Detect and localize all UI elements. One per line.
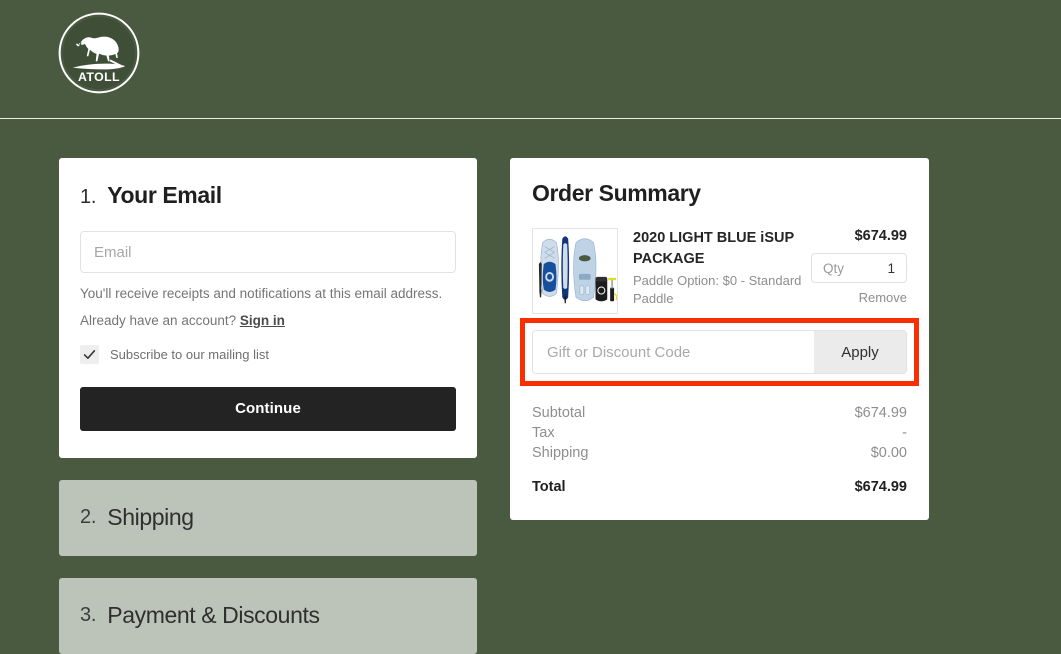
order-line-item: 2020 LIGHT BLUE iSUP PACKAGE Paddle Opti… <box>532 228 907 314</box>
order-totals: Subtotal $674.99 Tax - Shipping $0.00 To… <box>532 403 907 497</box>
total-row-shipping: Shipping $0.00 <box>532 443 907 463</box>
grand-total-label: Total <box>532 479 566 495</box>
step-1-your-email-card: 1. Your Email You'll receive receipts an… <box>59 158 477 458</box>
shipping-label: Shipping <box>532 445 589 461</box>
existing-account-line: Already have an account? Sign in <box>80 313 456 328</box>
step-3-number: 3. <box>80 604 97 627</box>
order-item-controls: $674.99 Qty 1 Remove <box>811 228 907 305</box>
total-row-tax: Tax - <box>532 423 907 443</box>
existing-account-prompt: Already have an account? <box>80 312 237 328</box>
remove-item-link[interactable]: Remove <box>811 290 907 305</box>
atoll-logo-icon: ATOLL <box>58 12 140 94</box>
grand-total-value: $674.99 <box>854 479 907 495</box>
checkout-page: 1. Your Email You'll receive receipts an… <box>0 119 1061 654</box>
check-icon <box>83 349 96 359</box>
quantity-label: Qty <box>823 260 845 276</box>
step-1-header: 1. Your Email <box>80 182 456 209</box>
shipping-value: $0.00 <box>870 445 907 461</box>
step-3-payment-discounts-card[interactable]: 3. Payment & Discounts <box>59 577 477 654</box>
apply-discount-button[interactable]: Apply <box>814 331 906 373</box>
order-summary-column: Order Summary 2020 LIGHT BLUE iSUP PACKA… <box>510 158 929 520</box>
step-2-number: 2. <box>80 506 97 529</box>
checkout-steps-column: 1. Your Email You'll receive receipts an… <box>59 158 477 654</box>
atoll-wordmark: ATOLL <box>78 70 120 84</box>
total-row-subtotal: Subtotal $674.99 <box>532 403 907 423</box>
order-item-price: $674.99 <box>854 228 907 244</box>
order-item-info: 2020 LIGHT BLUE iSUP PACKAGE Paddle Opti… <box>633 228 811 308</box>
discount-code-section: Apply <box>520 318 919 386</box>
subscribe-label: Subscribe to our mailing list <box>110 346 269 362</box>
tax-label: Tax <box>532 425 555 441</box>
step-1-title: Your Email <box>107 182 222 208</box>
subtotal-value: $674.99 <box>854 405 907 421</box>
discount-code-row: Apply <box>532 330 907 374</box>
isup-package-thumbnail[interactable] <box>532 228 618 314</box>
subscribe-checkbox[interactable] <box>80 344 99 364</box>
tax-value: - <box>902 425 907 441</box>
atoll-logo[interactable]: ATOLL <box>58 12 140 94</box>
email-input[interactable] <box>80 231 456 273</box>
step-2-title: Shipping <box>107 504 194 531</box>
subtotal-label: Subtotal <box>532 405 586 421</box>
order-item-option: Paddle Option: $0 - Standard Paddle <box>633 273 802 307</box>
quantity-stepper[interactable]: Qty 1 <box>811 253 907 283</box>
site-header: ATOLL <box>0 0 1061 119</box>
step-3-title: Payment & Discounts <box>107 602 320 629</box>
email-helper-text: You'll receive receipts and notification… <box>80 286 443 301</box>
step-1-number: 1. <box>80 186 97 208</box>
discount-code-input[interactable] <box>533 331 814 373</box>
order-item-name: 2020 LIGHT BLUE iSUP PACKAGE <box>633 230 794 267</box>
quantity-value: 1 <box>887 260 895 276</box>
order-summary-card: Order Summary 2020 LIGHT BLUE iSUP PACKA… <box>510 158 929 520</box>
sign-in-link[interactable]: Sign in <box>240 313 285 328</box>
subscribe-row: Subscribe to our mailing list <box>80 344 456 364</box>
total-row-grand: Total $674.99 <box>532 477 907 497</box>
order-summary-title: Order Summary <box>532 180 701 206</box>
step-2-shipping-card[interactable]: 2. Shipping <box>59 479 477 556</box>
isup-package-image <box>533 229 617 313</box>
continue-button[interactable]: Continue <box>80 386 456 431</box>
